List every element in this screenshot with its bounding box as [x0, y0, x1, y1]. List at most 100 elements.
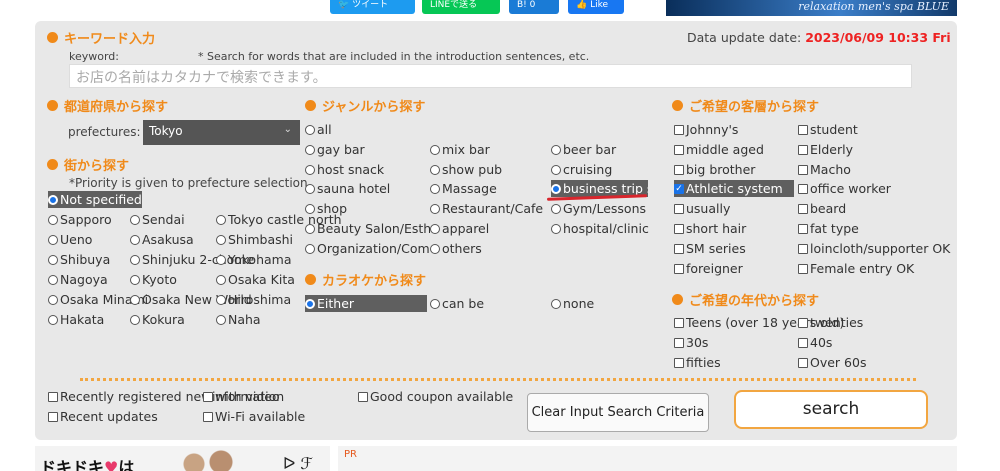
customer-option[interactable]: office worker [798, 180, 891, 197]
town-option[interactable]: Shibuya [48, 251, 110, 268]
customer-option[interactable]: Elderly [798, 141, 853, 158]
promo-banner[interactable]: ドキドキ♥は ᐅ ℱ [35, 446, 330, 471]
hatena-label: B! 0 [517, 0, 536, 10]
age-option[interactable]: 40s [798, 334, 832, 351]
promo-text: ドキドキ♥は [40, 454, 134, 471]
customer-option[interactable]: SM series [674, 240, 746, 257]
genre-option[interactable]: host snack [305, 161, 384, 178]
karaoke-option[interactable]: can be [430, 295, 484, 312]
customer-option[interactable]: short hair [674, 220, 746, 237]
genre-option[interactable]: beer bar [551, 141, 616, 158]
genre-option[interactable]: all [305, 121, 332, 138]
genre-option[interactable]: cruising [551, 161, 612, 178]
clear-criteria-button[interactable]: Clear Input Search Criteria [527, 393, 709, 432]
bullet-icon [47, 100, 58, 111]
genre-option[interactable]: sauna hotel [305, 180, 390, 197]
tweet-label: ツイート [352, 0, 389, 10]
karaoke-option[interactable]: none [551, 295, 594, 312]
age-heading: ご希望の年代から探す [672, 290, 819, 309]
genre-option[interactable]: shop [305, 200, 347, 217]
karaoke-option[interactable]: Either [305, 295, 427, 312]
customer-option[interactable]: loincloth/supporter OK [798, 240, 950, 257]
genre-option[interactable]: Massage [430, 180, 497, 197]
customer-option[interactable]: ✓ Athletic system [674, 180, 794, 197]
genre-option[interactable]: mix bar [430, 141, 490, 158]
genre-option[interactable]: Organization/Community [305, 240, 430, 257]
town-option[interactable]: Hakata [48, 311, 104, 328]
genre-option[interactable]: gay bar [305, 141, 365, 158]
update-date: Data update date: 2023/06/09 10:33 Fri [687, 30, 951, 45]
customer-option[interactable]: student [798, 121, 858, 138]
town-option[interactable]: Sapporo [48, 211, 112, 228]
tweet-button[interactable]: 🐦 ツイート [330, 0, 415, 14]
genre-option[interactable]: apparel [430, 220, 489, 237]
town-option[interactable]: Osaka Kita [216, 271, 295, 288]
age-option[interactable]: fifties [674, 354, 721, 371]
town-option[interactable]: Kyoto [130, 271, 177, 288]
hatena-bookmark-button[interactable]: B! 0 [509, 0, 559, 14]
keyword-label: keyword: [69, 50, 119, 63]
prefecture-select[interactable]: Tokyo ⌄ [143, 120, 300, 145]
town-option[interactable]: Shimbashi [216, 231, 293, 248]
pr-area: PR [338, 446, 957, 471]
town-option[interactable]: Naha [216, 311, 261, 328]
line-share-button[interactable]: LINEで送る [422, 0, 500, 14]
customer-heading: ご希望の客層から探す [672, 96, 819, 115]
town-note: *Priority is given to prefecture selecti… [69, 176, 312, 190]
karaoke-heading: カラオケから探す [305, 270, 426, 289]
share-strip: 🐦 ツイート LINEで送る B! 0 👍 Like relaxation me… [0, 0, 1000, 16]
bullet-icon [305, 100, 316, 111]
genre-option[interactable]: Gym/Lessons [551, 200, 646, 217]
customer-option[interactable]: Johnny's [674, 121, 738, 138]
age-option[interactable]: Over 60s [798, 354, 866, 371]
genre-option[interactable]: hospital/clinic [551, 220, 649, 237]
customer-option[interactable]: usually [674, 200, 730, 217]
extra-option[interactable]: Recently registered new [48, 388, 211, 405]
pr-label: PR [344, 449, 357, 460]
keyword-input[interactable]: お店の名前はカタカナで検索できます。 [69, 64, 912, 88]
extra-option[interactable]: Good coupon available [358, 388, 513, 405]
keyword-hint: * Search for words that are included in … [198, 50, 590, 63]
town-option[interactable]: Not specified [48, 191, 142, 208]
genre-option[interactable]: show pub [430, 161, 502, 178]
genre-option[interactable]: Restaurant/Cafe [430, 200, 543, 217]
ad-banner[interactable]: relaxation men's spa BLUE [666, 0, 957, 16]
extra-option[interactable]: Recent updates [48, 408, 158, 425]
search-button[interactable]: search [734, 390, 928, 429]
keyword-heading: キーワード入力 [47, 28, 155, 47]
bullet-icon [47, 32, 58, 43]
genre-option[interactable]: Beauty Salon/Esthe [305, 220, 430, 237]
bullet-icon [305, 274, 316, 285]
town-option[interactable]: Ueno [48, 231, 92, 248]
customer-option[interactable]: foreigner [674, 260, 743, 277]
bullet-icon [672, 294, 683, 305]
town-option[interactable]: Yokohama [216, 251, 291, 268]
town-option[interactable]: Hiroshima [216, 291, 291, 308]
extra-option[interactable]: Wi-Fi available [203, 408, 305, 425]
town-option[interactable]: Asakusa [130, 231, 194, 248]
town-option[interactable]: Kokura [130, 311, 185, 328]
extra-option-overlap: information [212, 389, 285, 404]
line-label: LINEで送る [430, 0, 478, 10]
age-option[interactable]: twenties [798, 314, 863, 331]
heart-icon: ♥ [104, 458, 119, 471]
customer-option[interactable]: fat type [798, 220, 859, 237]
customer-option[interactable]: Macho [798, 161, 851, 178]
bullet-icon [672, 100, 683, 111]
customer-option[interactable]: big brother [674, 161, 755, 178]
genre-option[interactable]: others [430, 240, 482, 257]
age-option[interactable]: 30s [674, 334, 708, 351]
dotted-divider [80, 378, 916, 381]
customer-option[interactable]: middle aged [674, 141, 764, 158]
facebook-like-button[interactable]: 👍 Like [568, 0, 624, 14]
customer-option[interactable]: Female entry OK [798, 260, 914, 277]
genre-heading: ジャンルから探す [305, 96, 425, 115]
customer-option[interactable]: beard [798, 200, 846, 217]
promo-image [179, 446, 237, 471]
town-option[interactable]: Nagoya [48, 271, 108, 288]
prefecture-label: prefectures: [68, 125, 141, 139]
town-heading: 街から探す [47, 155, 129, 174]
fb-label: Like [590, 0, 609, 10]
town-option[interactable]: Sendai [130, 211, 185, 228]
prefecture-value: Tokyo [149, 124, 183, 138]
